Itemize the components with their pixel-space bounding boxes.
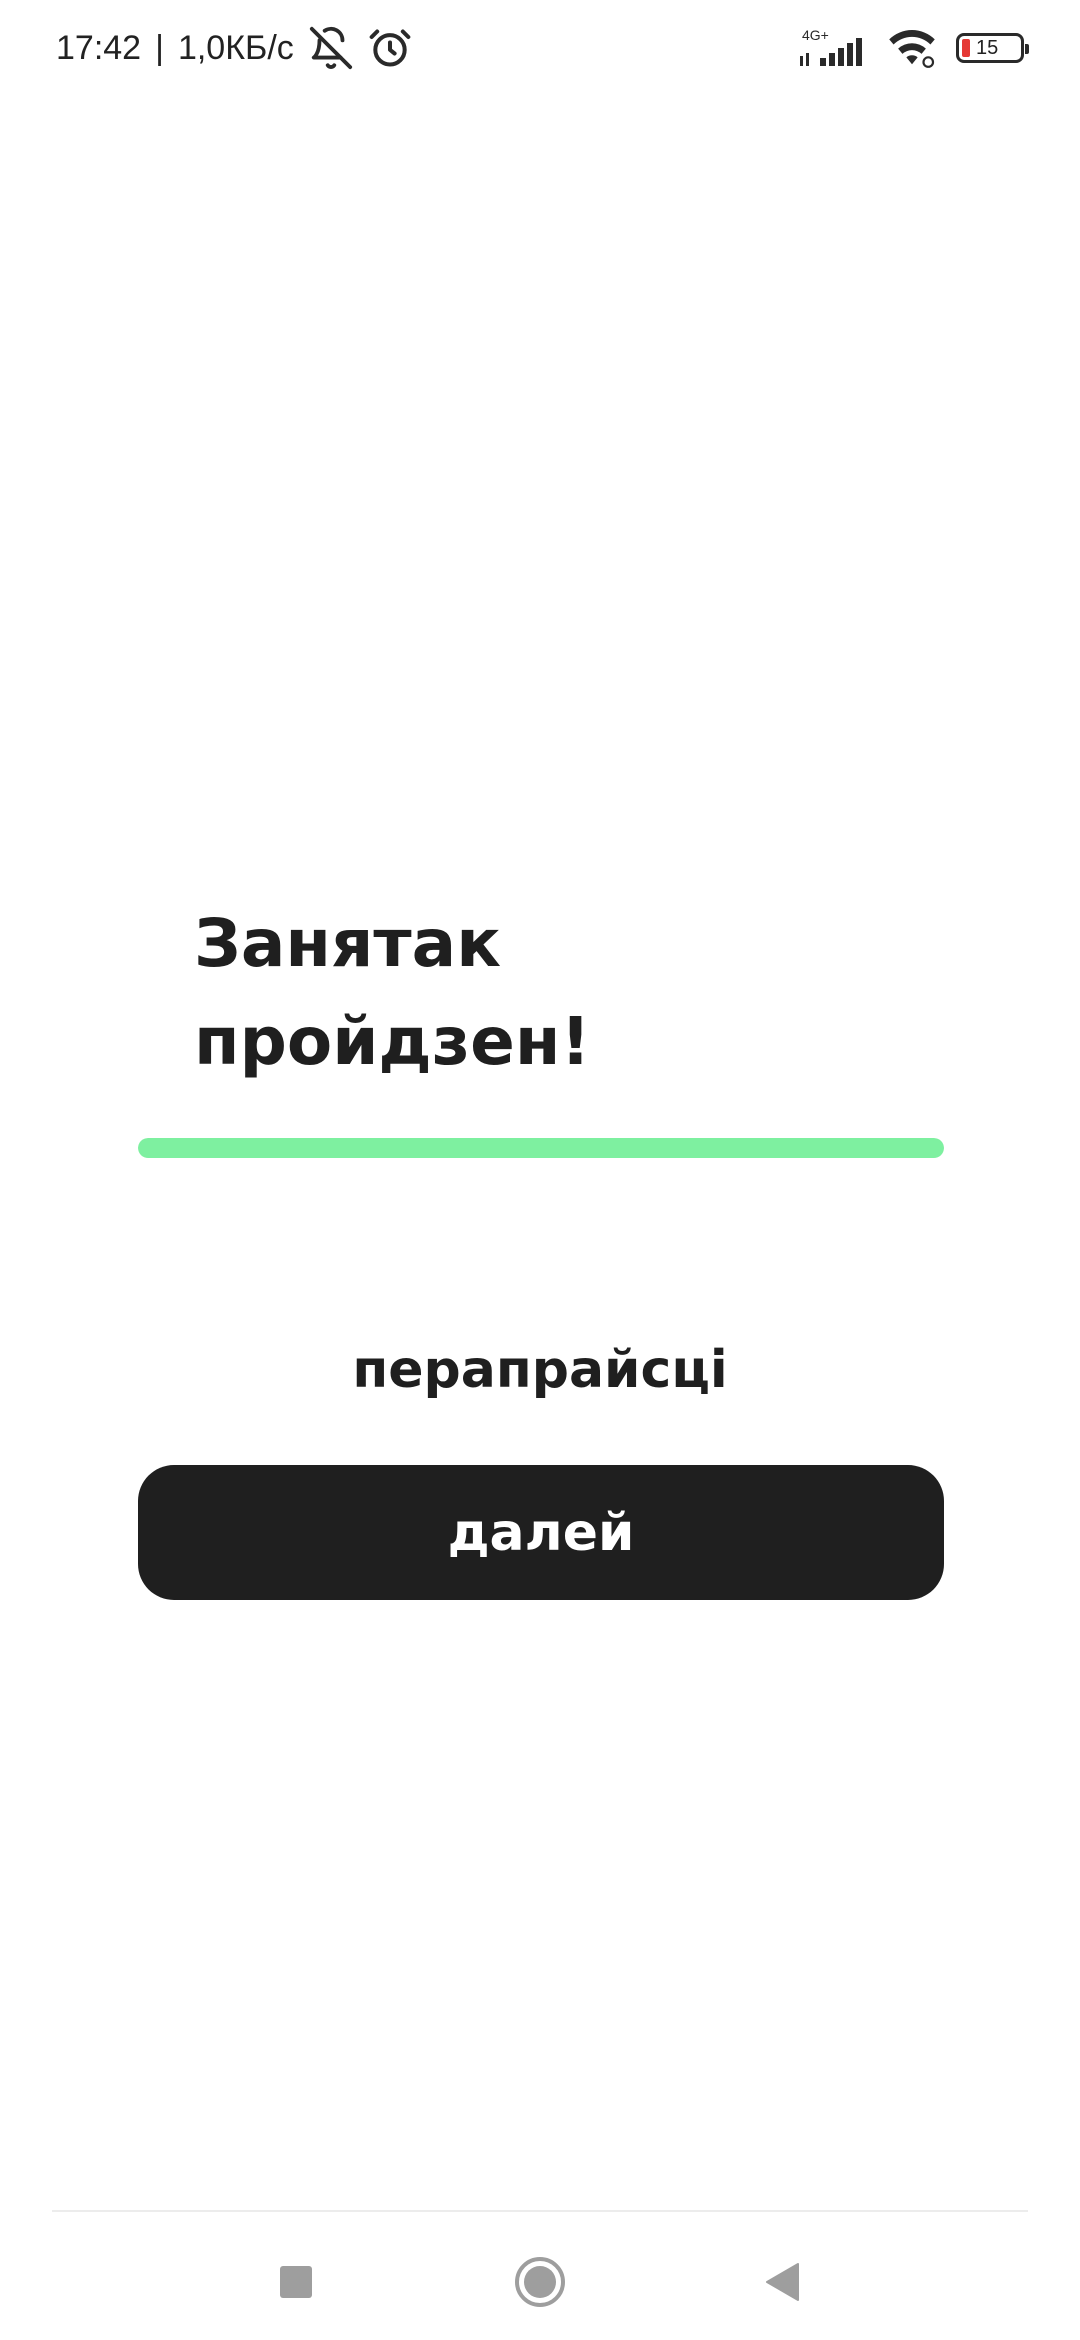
status-right: 4G+ 15 <box>796 22 1029 74</box>
wifi-icon <box>886 26 938 70</box>
circle-home-icon <box>515 2257 565 2307</box>
square-recents-icon <box>280 2266 312 2298</box>
clock: 17:42 <box>56 28 142 67</box>
alarm-clock-icon <box>368 26 412 70</box>
status-bar: 17:42 | 1,0КБ/с 4G+ 15 <box>0 0 1080 96</box>
home-button[interactable] <box>510 2252 570 2312</box>
status-left: 17:42 | 1,0КБ/с <box>56 22 412 74</box>
navigation-bar <box>0 2212 1080 2340</box>
battery-level: 15 <box>976 37 999 59</box>
triangle-back-icon <box>766 2263 799 2301</box>
battery-fill <box>962 39 970 57</box>
mobile-network-label: 4G+ <box>802 27 829 43</box>
lesson-progress-fill <box>138 1138 944 1158</box>
recents-button[interactable] <box>266 2252 326 2312</box>
lesson-progress-bar <box>138 1138 944 1158</box>
bell-off-icon <box>308 25 354 71</box>
repeat-lesson-link[interactable]: перапрайсці <box>0 1330 1080 1410</box>
status-separator: | <box>155 28 164 67</box>
battery-icon: 15 <box>956 33 1029 63</box>
cell-signal-icon: 4G+ <box>796 26 868 70</box>
next-button[interactable]: далей <box>138 1465 944 1600</box>
lesson-complete-title: Занятак пройдзен! <box>194 905 591 1080</box>
back-button[interactable] <box>752 2252 812 2312</box>
network-speed: 1,0КБ/с <box>177 28 294 67</box>
